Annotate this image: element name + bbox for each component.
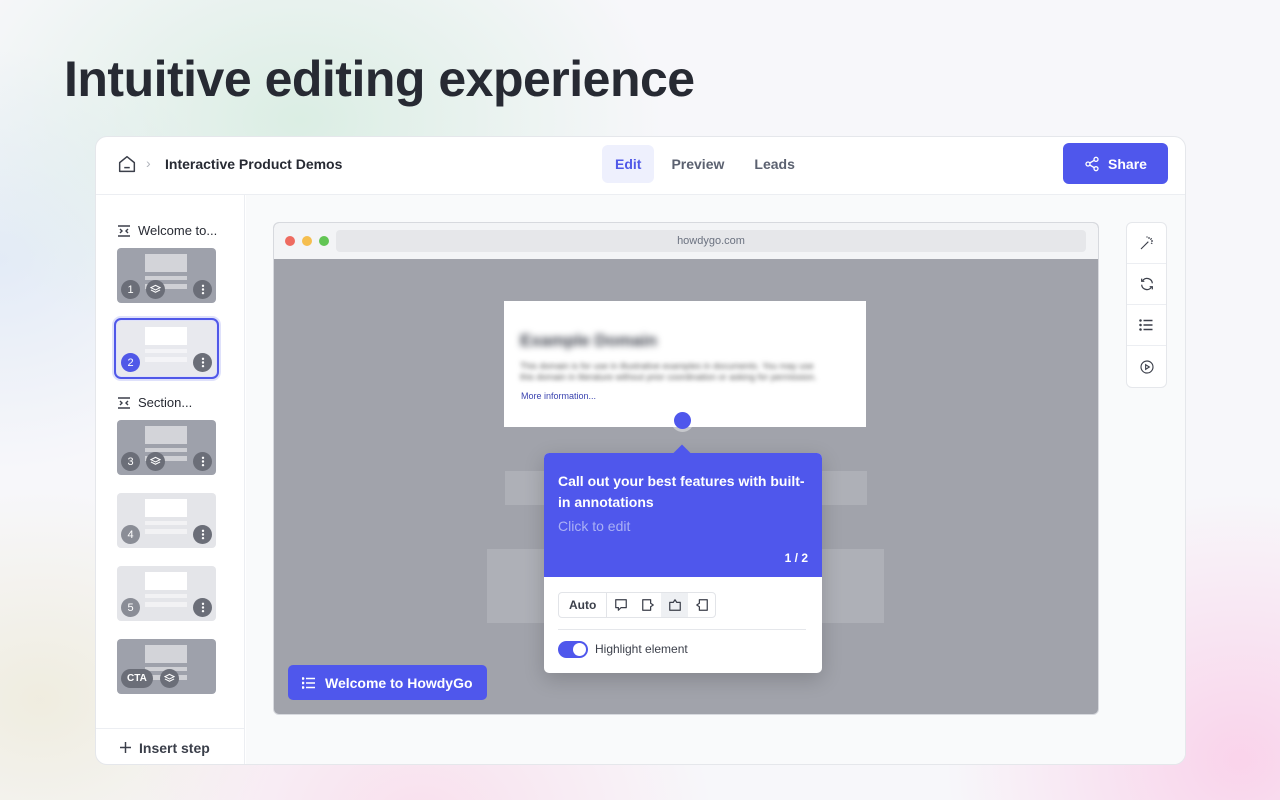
- step-number: 4: [121, 525, 140, 544]
- section-icon: [118, 396, 130, 409]
- annotation-page-counter: 1 / 2: [784, 551, 808, 565]
- section-label: Section...: [138, 395, 193, 410]
- callout-bottom-icon: [614, 599, 627, 611]
- captured-page-card: Example Domain This domain is for use in…: [504, 301, 866, 427]
- editor-canvas: howdygo.com Example Domain This domain i…: [246, 195, 1185, 764]
- breadcrumb-title[interactable]: Interactive Product Demos: [165, 156, 342, 172]
- play-button[interactable]: [1127, 346, 1166, 387]
- highlight-label: Highlight element: [595, 642, 688, 656]
- step-thumbnail-cta[interactable]: CTA: [117, 639, 216, 694]
- more-icon[interactable]: [193, 525, 212, 544]
- url-bar: howdygo.com: [336, 230, 1086, 252]
- step-thumbnail[interactable]: 4: [117, 493, 216, 548]
- layers-icon[interactable]: [160, 669, 179, 688]
- minimize-dot-icon: [302, 236, 312, 246]
- steps-list-button[interactable]: [1127, 305, 1166, 346]
- annotation-body[interactable]: Call out your best features with built-i…: [544, 453, 822, 577]
- share-label: Share: [1108, 155, 1147, 172]
- play-icon: [1139, 359, 1154, 374]
- step-thumbnail[interactable]: 1: [117, 248, 216, 303]
- position-auto-button[interactable]: Auto: [559, 593, 608, 617]
- insert-step-label: Insert step: [139, 739, 210, 756]
- section-header[interactable]: Section...: [117, 395, 192, 410]
- steps-sidebar: Welcome to... 1 2 Section... 3 4 5 CTA I…: [96, 195, 245, 764]
- page-title: Example Domain: [520, 331, 657, 350]
- step-number: 2: [121, 353, 140, 372]
- callout-left-icon: [695, 599, 708, 611]
- section-label: Welcome to...: [138, 223, 218, 238]
- chapter-label: Welcome to HowdyGo: [325, 674, 473, 691]
- step-number: 1: [121, 280, 140, 299]
- layers-icon[interactable]: [146, 452, 165, 471]
- annotation-title[interactable]: Call out your best features with built-i…: [558, 471, 808, 513]
- chapter-menu-button[interactable]: Welcome to HowdyGo: [288, 665, 487, 700]
- annotation-subtitle[interactable]: Click to edit: [558, 518, 808, 534]
- close-dot-icon: [285, 236, 295, 246]
- more-icon[interactable]: [193, 598, 212, 617]
- breadcrumb-separator: ›: [146, 155, 151, 171]
- step-thumbnail[interactable]: 3: [117, 420, 216, 475]
- hero-title: Intuitive editing experience: [64, 51, 695, 107]
- magic-wand-icon: [1140, 236, 1153, 250]
- refresh-icon: [1140, 277, 1153, 291]
- position-right-button[interactable]: [688, 593, 715, 617]
- section-header[interactable]: Welcome to...: [117, 223, 217, 238]
- top-bar: › Interactive Product Demos Edit Preview…: [96, 137, 1185, 195]
- more-icon[interactable]: [193, 452, 212, 471]
- insert-step-button[interactable]: Insert step: [96, 728, 245, 764]
- browser-bar: howdygo.com: [274, 223, 1098, 259]
- mode-tabs: Edit Preview Leads: [602, 145, 808, 183]
- step-number: 3: [121, 452, 140, 471]
- position-left-button[interactable]: [634, 593, 661, 617]
- browser-frame: howdygo.com Example Domain This domain i…: [273, 222, 1099, 715]
- plus-icon: [120, 742, 131, 753]
- cta-badge: CTA: [121, 669, 153, 688]
- share-button[interactable]: Share: [1063, 143, 1168, 184]
- position-selector: Auto: [558, 592, 717, 618]
- step-thumbnail[interactable]: 5: [117, 566, 216, 621]
- annotation-popover: Call out your best features with built-i…: [544, 444, 822, 673]
- tool-rail: [1126, 222, 1167, 388]
- list-icon: [302, 676, 315, 689]
- refresh-button[interactable]: [1127, 264, 1166, 305]
- maximize-dot-icon: [319, 236, 329, 246]
- hotspot-marker[interactable]: [674, 412, 691, 429]
- tab-edit[interactable]: Edit: [602, 145, 655, 183]
- position-bottom-button[interactable]: [661, 593, 689, 617]
- highlight-toggle[interactable]: [558, 641, 588, 658]
- section-icon: [118, 224, 130, 237]
- position-top-button[interactable]: [607, 593, 634, 617]
- layers-icon[interactable]: [146, 280, 165, 299]
- step-number: 5: [121, 598, 140, 617]
- callout-right-icon: [641, 599, 654, 611]
- list-icon: [1139, 319, 1153, 331]
- home-icon[interactable]: [116, 153, 138, 175]
- page-text: This domain is for use in illustrative e…: [520, 361, 817, 382]
- callout-top-icon: [668, 599, 681, 611]
- share-icon: [1085, 156, 1099, 171]
- editor-window: › Interactive Product Demos Edit Preview…: [95, 136, 1186, 765]
- more-icon[interactable]: [193, 353, 212, 372]
- magic-wand-button[interactable]: [1127, 223, 1166, 264]
- tab-preview[interactable]: Preview: [658, 145, 737, 183]
- step-thumbnail-selected[interactable]: 2: [114, 318, 219, 379]
- more-information-link[interactable]: More information...: [521, 391, 596, 401]
- tab-leads[interactable]: Leads: [741, 145, 807, 183]
- more-icon[interactable]: [193, 280, 212, 299]
- divider: [558, 629, 806, 630]
